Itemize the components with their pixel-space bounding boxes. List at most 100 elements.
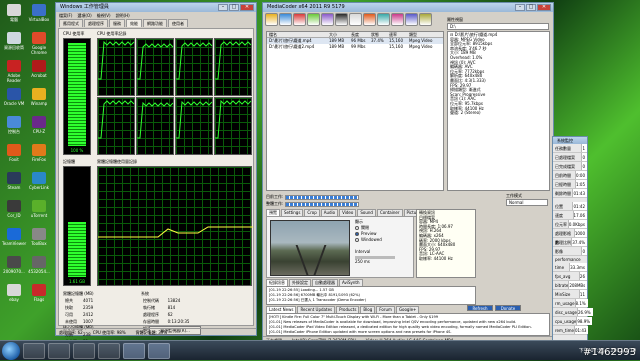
- toolbar-button[interactable]: [335, 13, 348, 26]
- radio-button[interactable]: [355, 232, 359, 236]
- taskbar-item-media-player[interactable]: [73, 342, 95, 359]
- gadget-key: fps_avg: [555, 274, 571, 279]
- maximize-button[interactable]: □: [229, 4, 239, 11]
- toolbar-button[interactable]: [307, 13, 320, 26]
- minimize-button[interactable]: –: [515, 4, 525, 11]
- property-item[interactable]: 聲道: 2 (Stereo): [450, 110, 547, 116]
- radio-button[interactable]: [355, 238, 359, 242]
- desktop-icon[interactable]: Steam: [2, 172, 26, 190]
- column-header[interactable]: 類型: [407, 32, 441, 37]
- taskbar: 下午 07:55 2012/1/19: [0, 340, 640, 360]
- desktop-icon[interactable]: Flags: [27, 284, 51, 302]
- preview-option[interactable]: Windowed: [355, 237, 395, 243]
- tab-4[interactable]: 網路功能: [143, 19, 167, 27]
- desktop-icon[interactable]: TeamViewer: [2, 228, 26, 246]
- column-header[interactable]: 狀態: [369, 32, 387, 37]
- menu-item[interactable]: 選項(O): [77, 12, 91, 19]
- desktop-icon[interactable]: Acrobat: [27, 60, 51, 78]
- desktop-icon-label: Cor_ID: [7, 213, 21, 218]
- column-header[interactable]: 長度: [349, 32, 369, 37]
- system-row: 控制代碼 13824: [143, 298, 196, 303]
- toolbar-button[interactable]: [321, 13, 334, 26]
- tab-1[interactable]: 處理程序: [84, 19, 108, 27]
- maximize-button[interactable]: □: [526, 4, 536, 11]
- desktop-icon[interactable]: 控制台: [2, 116, 26, 134]
- close-button[interactable]: ✕: [240, 4, 254, 11]
- tab-5[interactable]: 使用者: [168, 19, 188, 27]
- desktop-icon[interactable]: FireFox: [27, 144, 51, 162]
- desktop-icon-label: 控制台: [8, 129, 20, 134]
- toolbar-button[interactable]: [405, 13, 418, 26]
- tab-3[interactable]: 效能: [126, 19, 142, 27]
- toolbar-button[interactable]: [293, 13, 306, 26]
- physical-memory-row: 快取 2359: [65, 305, 97, 310]
- cpu-core-graph: [214, 38, 252, 96]
- task-manager-titlebar[interactable]: Windows 工作管理員 – □ ✕: [56, 3, 256, 12]
- desktop-icon[interactable]: Foxit: [2, 144, 26, 162]
- close-button[interactable]: ✕: [537, 4, 551, 11]
- gadget-row: 位置 01:42: [553, 202, 587, 211]
- toolbar-button[interactable]: [349, 13, 362, 26]
- desktop-icon[interactable]: ebay: [2, 284, 26, 302]
- gadget-key: 已處理檔案: [555, 155, 575, 160]
- taskbar-item-mediacoder[interactable]: [148, 342, 170, 359]
- tab-0[interactable]: 應用程式: [59, 19, 83, 27]
- properties-path-input[interactable]: D:\: [447, 23, 549, 30]
- menu-item[interactable]: 檢視(V): [97, 12, 111, 19]
- desktop-icon[interactable]: CPU-Z: [27, 116, 51, 134]
- desktop-icon[interactable]: Oracle VM: [2, 88, 26, 106]
- donate-button[interactable]: Donate: [495, 305, 521, 311]
- desktop-icon[interactable]: 2009070...: [2, 256, 26, 274]
- menu-item[interactable]: 說明(H): [116, 12, 130, 19]
- gadget-row: rm_usage 8.1%: [553, 299, 588, 308]
- minimize-button[interactable]: –: [218, 4, 228, 11]
- mediacoder-titlebar[interactable]: MediaCoder x64 2011 R9 5179 – □ ✕: [263, 3, 553, 12]
- encoding-summary: 轉換資訊 目標檔案 容器: MP4 時間長度: 1:06.97 視訊: H.264 …: [416, 209, 476, 278]
- column-header[interactable]: 檔名: [267, 32, 327, 37]
- app-icon: [7, 4, 21, 16]
- physical-memory-row-cell: 2412: [83, 312, 94, 317]
- radio-button[interactable]: [355, 226, 359, 230]
- toolbar-button[interactable]: [419, 13, 432, 26]
- toolbar-button[interactable]: [279, 13, 292, 26]
- toolbar-button[interactable]: [391, 13, 404, 26]
- taskbar-item-task-manager[interactable]: [123, 342, 145, 359]
- desktop-icon[interactable]: uTorrent: [27, 200, 51, 218]
- desktop-icon-label: ebay: [9, 297, 19, 302]
- gadget-key: 剩餘時間: [555, 191, 571, 196]
- app-icon: [7, 284, 21, 296]
- status-text: 處理程序: 62: [59, 330, 83, 335]
- news-line[interactable]: [01-01] MediaCoder iPhone Edition update…: [269, 330, 547, 335]
- desktop-icon[interactable]: 資源回收筒: [2, 32, 26, 50]
- gadget-value: 0: [581, 153, 587, 161]
- desktop-icon[interactable]: ToolBox: [27, 228, 51, 246]
- file-row[interactable]: D:\影片\旅行\鐵道2.mp4 189 MB 99 Mbs 15,160 Mpeg V…: [267, 44, 443, 50]
- taskbar-item-explorer[interactable]: [23, 342, 45, 359]
- preview-panel: 顯示 關閉 Preview Windowed Interval 250 ms: [266, 216, 414, 278]
- taskbar-item-ie[interactable]: [48, 342, 70, 359]
- desktop-icon[interactable]: 4532054...: [27, 256, 51, 274]
- menu-item[interactable]: 檔案(F): [59, 12, 72, 19]
- desktop-icon[interactable]: VirtualBox: [27, 4, 51, 22]
- desktop-icon[interactable]: Cor_ID: [2, 200, 26, 218]
- rail-right: [313, 245, 327, 275]
- desktop-icon-label: Oracle VM: [3, 101, 25, 106]
- column-header[interactable]: 大小: [327, 32, 349, 37]
- tab-2[interactable]: 服務: [109, 19, 125, 27]
- gadget-row: disc_usage 26.9%: [553, 308, 593, 317]
- desktop-icon[interactable]: CyberLink: [27, 172, 51, 190]
- start-button[interactable]: [2, 341, 20, 360]
- desktop-icon[interactable]: Google Chrome: [27, 32, 51, 55]
- desktop-icon[interactable]: Winamp: [27, 88, 51, 106]
- taskbar-item-chrome[interactable]: [98, 342, 120, 359]
- gadget-titlebar[interactable]: 系統監控: [553, 137, 587, 144]
- column-header[interactable]: 速率: [387, 32, 407, 37]
- desktop-icon[interactable]: 電腦: [2, 4, 26, 22]
- toolbar-button[interactable]: [377, 13, 390, 26]
- cpu-usage-meter: 100 %: [63, 38, 91, 155]
- work-mode-select[interactable]: Normal: [506, 199, 548, 206]
- refresh-button[interactable]: Refresh: [467, 305, 493, 311]
- toolbar-button[interactable]: [363, 13, 376, 26]
- desktop-icon[interactable]: Adobe Reader: [2, 60, 26, 83]
- toolbar-button[interactable]: [265, 13, 278, 26]
